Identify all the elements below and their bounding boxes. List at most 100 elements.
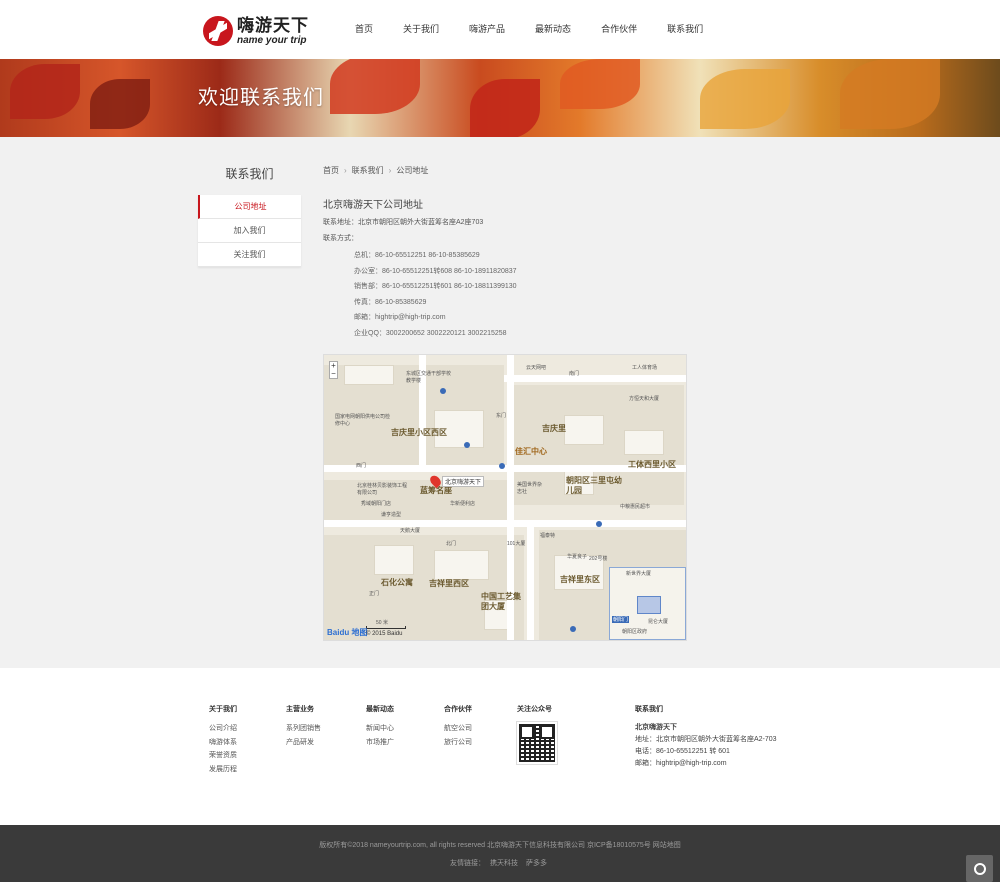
qr-code-icon (516, 721, 558, 765)
map-poi-label: 美国世界杂志社 (517, 482, 543, 495)
contact-qq: 企业QQ：3002200652 3002220121 3002215258 (354, 329, 507, 337)
bottom-bar: 版权所有©2018 nameyourtrip.com, all rights r… (0, 825, 1000, 882)
footer-link[interactable]: 航空公司 (444, 722, 472, 736)
footer-link[interactable]: 公司介绍 (209, 722, 237, 736)
logo-icon (203, 16, 233, 46)
map-road (527, 520, 534, 640)
parking-icon (570, 626, 576, 632)
zoom-control[interactable]: + − (329, 361, 338, 379)
logo-cn: 嗨游天下 (237, 15, 309, 35)
footer-link[interactable]: 嗨游体系 (209, 736, 237, 750)
footer-link[interactable]: 新闻中心 (366, 722, 394, 736)
nav-item-news[interactable]: 最新动态 (535, 22, 571, 35)
breadcrumb-home[interactable]: 首页 (323, 165, 339, 176)
map-copyright: © 2015 Baidu (366, 631, 403, 637)
site-logo[interactable]: 嗨游天下 name your trip (203, 15, 318, 47)
map-poi-label: 西门 (356, 463, 367, 469)
nav-item-about[interactable]: 关于我们 (403, 22, 439, 35)
minimap-label: 朝阳门 (612, 616, 630, 623)
map-scale-label: 50 米 (376, 620, 388, 626)
leaf-decoration (470, 79, 540, 137)
nav-item-partners[interactable]: 合作伙伴 (601, 22, 637, 35)
map-poi-label: 华新便利店 (450, 501, 476, 507)
footer-col-title: 关注公众号 (517, 706, 552, 713)
leaf-decoration (10, 64, 80, 119)
marker-label: 北京嗨游天下 (442, 476, 485, 487)
parking-icon (464, 442, 470, 448)
minimap-viewport[interactable] (637, 596, 661, 614)
leaf-decoration (90, 79, 150, 129)
map-area-label: 佳汇中心 (515, 447, 547, 456)
footer-col-title: 主营业务 (286, 706, 314, 713)
sidebar-item-join[interactable]: 加入我们 (198, 219, 301, 243)
map-poi-label: 福泰特 (540, 533, 556, 539)
footer-link[interactable]: 荣誉资质 (209, 749, 237, 763)
contact-label: 联系方式： (323, 235, 358, 242)
sidebar-menu: 公司地址 加入我们 关注我们 (198, 195, 301, 267)
footer-email: 邮箱：hightrip@high-trip.com (635, 760, 727, 767)
nav-item-contact[interactable]: 联系我们 (667, 22, 703, 35)
friend-link[interactable]: 萨多多 (526, 860, 547, 867)
breadcrumb-contact[interactable]: 联系我们 (352, 165, 384, 176)
map-poi-label: 工人体育场 (632, 365, 658, 371)
parking-icon (499, 463, 505, 469)
footer-col-news: 最新动态 新闻中心 市场推广 (366, 704, 394, 749)
footer-col-title: 合作伙伴 (444, 706, 472, 713)
nav-item-home[interactable]: 首页 (355, 22, 373, 35)
map-poi-label: 正门 (369, 591, 380, 597)
main-section: 联系我们 公司地址 加入我们 关注我们 首页 › 联系我们 › 公司地址 北京嗨… (0, 137, 1000, 668)
footer-address: 地址：北京市朝阳区朝外大街蓝筹名座A2-703 (635, 736, 777, 743)
map-building (564, 415, 604, 445)
map-area-label: 吉庆里 (542, 424, 566, 433)
sidebar-title: 联系我们 (225, 167, 274, 181)
footer-col-qr: 关注公众号 (516, 704, 558, 765)
map-road (504, 375, 686, 382)
friend-links-label: 友情链接： (450, 860, 486, 867)
breadcrumb-current: 公司地址 (396, 166, 429, 175)
chevron-right-icon: › (344, 166, 347, 175)
map-block (324, 480, 514, 520)
footer-link[interactable]: 旅行公司 (444, 736, 472, 750)
footer-col-title: 关于我们 (209, 706, 237, 713)
map-area-label: 工体西里小区 (628, 460, 676, 469)
customer-service-button[interactable] (966, 855, 993, 882)
footer-col-title: 最新动态 (366, 706, 394, 713)
chevron-right-icon: › (388, 166, 392, 175)
footer-col-partners: 合作伙伴 航空公司 旅行公司 (444, 704, 472, 749)
footer-phone: 电话：86-10-65512251 转 601 (635, 748, 730, 755)
footer-link[interactable]: 发展历程 (209, 763, 237, 777)
map-area-label: 吉祥里西区 (429, 579, 469, 588)
overview-minimap[interactable]: 新世界大厦 朝阳门 朝阳区政府 昆仑大厦 (609, 567, 686, 640)
map-poi-label: 中粮惠民超市 (620, 504, 651, 510)
subway-icon (596, 521, 602, 527)
map-building (434, 550, 489, 580)
location-map[interactable]: 吉庆里小区西区 吉庆里 佳汇中心 蓝筹名座 朝阳区三里屯幼儿园 工体西里小区 石… (323, 354, 687, 641)
contact-fax: 传真：86-10-85385629 (354, 298, 427, 306)
leaf-decoration (560, 59, 640, 109)
sidebar-item-follow[interactable]: 关注我们 (198, 243, 301, 267)
minimap-label: 新世界大厦 (626, 571, 652, 577)
map-poi-label: 101大厦 (507, 541, 526, 547)
leaf-decoration (700, 69, 790, 129)
logo-en: name your trip (237, 34, 307, 46)
map-poi-label: 东门 (496, 413, 507, 419)
map-poi-label: 天鹅大厦 (400, 528, 421, 534)
friend-link[interactable]: 携天科技 (490, 860, 518, 867)
banner: 欢迎联系我们 (0, 59, 1000, 137)
map-poi-label: 国家电网朝阳供电公司检修中心 (335, 414, 391, 427)
map-area-label: 中国工艺集团大厦 (481, 592, 521, 611)
main-nav: 首页 关于我们 嗨游产品 最新动态 合作伙伴 联系我们 (340, 22, 718, 35)
map-poi-label: 秀域朝阳门店 (361, 501, 392, 507)
contact-address: 联系地址：北京市朝阳区朝外大街蓝筹名座A2座703 (323, 219, 484, 226)
map-area-label: 吉祥里东区 (560, 575, 600, 584)
footer-link[interactable]: 市场推广 (366, 736, 394, 750)
map-poi-label: 华夏良子 (567, 554, 588, 560)
contact-office: 办公室：86-10-65512251转608 86-10-18911820837 (354, 267, 517, 275)
nav-item-products[interactable]: 嗨游产品 (469, 22, 505, 35)
footer-link[interactable]: 系列团销售 (286, 722, 321, 736)
sidebar-item-address[interactable]: 公司地址 (198, 195, 301, 219)
leaf-decoration (330, 59, 420, 114)
footer-col-business: 主营业务 系列团销售 产品研发 (286, 704, 321, 749)
footer-link[interactable]: 产品研发 (286, 736, 321, 750)
site-header: 嗨游天下 name your trip 首页 关于我们 嗨游产品 最新动态 合作… (0, 0, 1000, 59)
